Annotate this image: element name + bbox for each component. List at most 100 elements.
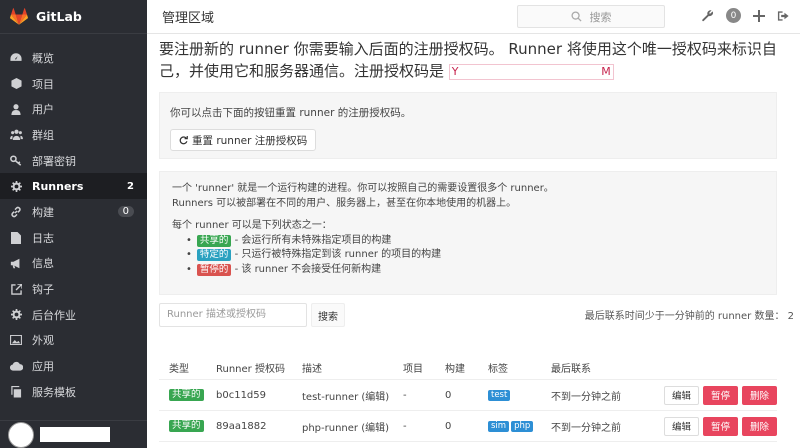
header: 管理区域 搜索 0 (147, 0, 800, 34)
sidebar-item-12[interactable]: 应用 (0, 353, 147, 379)
col-tags: 标签 (488, 363, 508, 375)
filter-row: Runner 描述或授权码 搜索 最后联系时间少于一分钟前的 runner 数量… (159, 302, 794, 328)
avatar[interactable] (8, 421, 34, 448)
sidebar-item-13[interactable]: 服务模板 (0, 379, 147, 405)
col-description: 描述 (302, 363, 322, 375)
sidebar-item-10[interactable]: 后台作业 (0, 302, 147, 328)
sign-out-icon[interactable] (777, 10, 790, 22)
state-label-badge: 共享的 (196, 234, 232, 247)
sidebar-item-label: Runners (32, 179, 84, 193)
state-label-badge: 特定的 (196, 249, 232, 261)
runner-tags: sim php (488, 420, 551, 432)
sidebar-item-6[interactable]: 构建 0 (0, 199, 147, 225)
reset-token-button[interactable]: 重置 runner 注册授权码 (170, 129, 317, 151)
table-header: 类型 Runner 授权码 描述 项目 构建 标签 最后联系 (159, 355, 777, 380)
sidebar-item-7[interactable]: 日志 (0, 225, 147, 251)
sidebar-item-0[interactable]: 概览 (0, 45, 147, 71)
delete-button[interactable]: 删除 (741, 385, 777, 405)
sidebar-item-count-badge: 0 (117, 206, 134, 218)
sidebar-item-9[interactable]: 钩子 (0, 276, 147, 302)
search-placeholder: 搜索 (589, 10, 612, 24)
sidebar-item-4[interactable]: 部署密钥 (0, 148, 147, 174)
state-description: - 会运行所有未特殊指定项目的构建 (231, 234, 392, 246)
state-description: - 只运行被特殊指定到该 runner 的项目的构建 (231, 249, 442, 260)
pause-button[interactable]: 暂停 (702, 416, 738, 436)
runner-tags: test (488, 389, 551, 401)
runner-description[interactable]: php-runner (编辑) (302, 419, 403, 434)
sidebar-item-label: 外观 (32, 334, 54, 348)
sidebar-item-5[interactable]: Runners 2 (0, 173, 147, 200)
edit-button[interactable]: 编辑 (663, 416, 699, 436)
sidebar-item-label: 服务模板 (32, 385, 76, 399)
runner-token[interactable]: b0c11d59 (216, 390, 302, 401)
sidebar-nav: 概览项目用户群组部署密钥 Runners 2 构建 0 日志信息钩子后台作业外观应用服务模… (0, 34, 147, 405)
edit-button[interactable]: 编辑 (663, 385, 699, 405)
copy-icon (9, 385, 23, 399)
search-icon (570, 11, 582, 22)
sidebar-item-1[interactable]: 项目 (0, 71, 147, 97)
wrench-icon[interactable] (701, 9, 714, 22)
runner-token[interactable]: 89aa1882 (216, 421, 302, 432)
registration-intro: 要注册新的 runner 你需要输入后面的注册授权码。 Runner 将使用这个… (159, 38, 794, 82)
sidebar-item-label: 后台作业 (32, 308, 76, 322)
sidebar-item-label: 部署密钥 (32, 154, 76, 168)
header-icons: 0 (701, 8, 790, 23)
runner-description[interactable]: test-runner (编辑) (302, 388, 403, 403)
cube-icon (9, 77, 23, 91)
col-type: 类型 (169, 363, 189, 375)
brand[interactable]: GitLab (0, 0, 147, 34)
cog-icon (9, 308, 23, 322)
sidebar-item-2[interactable]: 用户 (0, 96, 147, 122)
search-input[interactable]: 搜索 (517, 5, 665, 28)
sidebar-item-3[interactable]: 群组 (0, 122, 147, 148)
sidebar-item-label: 项目 (32, 77, 54, 91)
group-icon (9, 128, 23, 142)
cog-icon (9, 179, 23, 193)
tag-badge: test (488, 390, 511, 401)
link-icon (9, 205, 23, 219)
page-title: 管理区域 (162, 11, 215, 26)
online-runner-count: 最后联系时间少于一分钟前的 runner 数量： 2 (584, 311, 794, 322)
table-body: 共享的 b0c11d59 test-runner (编辑) -0 test 不到一分钟之前… (159, 380, 777, 442)
registration-token[interactable]: YM (448, 63, 614, 80)
file-icon (9, 231, 23, 245)
brand-name: GitLab (36, 9, 82, 24)
runner-type-cell: 共享的 (159, 420, 216, 432)
dashboard-icon (9, 51, 23, 65)
sidebar-item-label: 信息 (32, 257, 54, 271)
col-builds: 构建 (445, 363, 465, 375)
runner-type-cell: 共享的 (159, 389, 216, 401)
runner-builds: 0 (445, 420, 452, 432)
plus-icon[interactable] (753, 9, 765, 22)
delete-button[interactable]: 删除 (741, 416, 777, 436)
gitlab-logo-icon (10, 8, 28, 25)
todo-count-badge[interactable]: 0 (726, 8, 741, 23)
sidebar-item-label: 群组 (32, 128, 54, 142)
sidebar-item-8[interactable]: 信息 (0, 251, 147, 277)
col-projects: 项目 (403, 363, 423, 375)
runner-filter-input[interactable]: Runner 描述或授权码 (159, 303, 307, 327)
reset-token-panel: 你可以点击下面的按钮重置 runner 的注册授权码。 重置 runner 注册… (159, 92, 777, 159)
state-label-badge: 暂停的 (196, 263, 232, 276)
tag-badge: php (511, 421, 534, 432)
runner-info-panel: 一个 'runner' 就是一个运行构建的进程。你可以按照自己的需要设置很多个 … (159, 171, 777, 295)
runner-projects: - (403, 420, 407, 432)
info-line-2: Runners 可以被部署在不同的用户、服务器上，甚至在你本地使用的机器上。 (172, 197, 517, 209)
cloud-icon (9, 359, 23, 373)
sidebar: GitLab 概览项目用户群组部署密钥 Runners 2 构建 0 日志信息钩子后台作业… (0, 0, 147, 448)
refresh-icon (179, 135, 188, 144)
filter-search-button[interactable]: 搜索 (311, 303, 345, 327)
runners-table: 类型 Runner 授权码 描述 项目 构建 标签 最后联系 共享的 b0c11d… (159, 355, 777, 442)
runner-actions: 编辑 暂停 删除 (650, 385, 777, 405)
state-item: 暂停的 - 该 runner 不会接受任何新构建 (186, 263, 764, 278)
main-content: 要注册新的 runner 你需要输入后面的注册授权码。 Runner 将使用这个… (147, 35, 800, 448)
info-line-1: 一个 'runner' 就是一个运行构建的进程。你可以按照自己的需要设置很多个 … (172, 183, 554, 194)
sidebar-item-11[interactable]: 外观 (0, 328, 147, 354)
reset-hint: 你可以点击下面的按钮重置 runner 的注册授权码。 (170, 107, 412, 119)
external-link-icon (9, 282, 23, 296)
sidebar-user[interactable] (0, 420, 147, 448)
pause-button[interactable]: 暂停 (702, 385, 738, 405)
runner-type-badge: 共享的 (169, 389, 204, 401)
col-last-contact: 最后联系 (551, 363, 591, 375)
state-list: 共享的 - 会运行所有未特殊指定项目的构建特定的 - 只运行被特殊指定到该 ru… (172, 234, 764, 278)
